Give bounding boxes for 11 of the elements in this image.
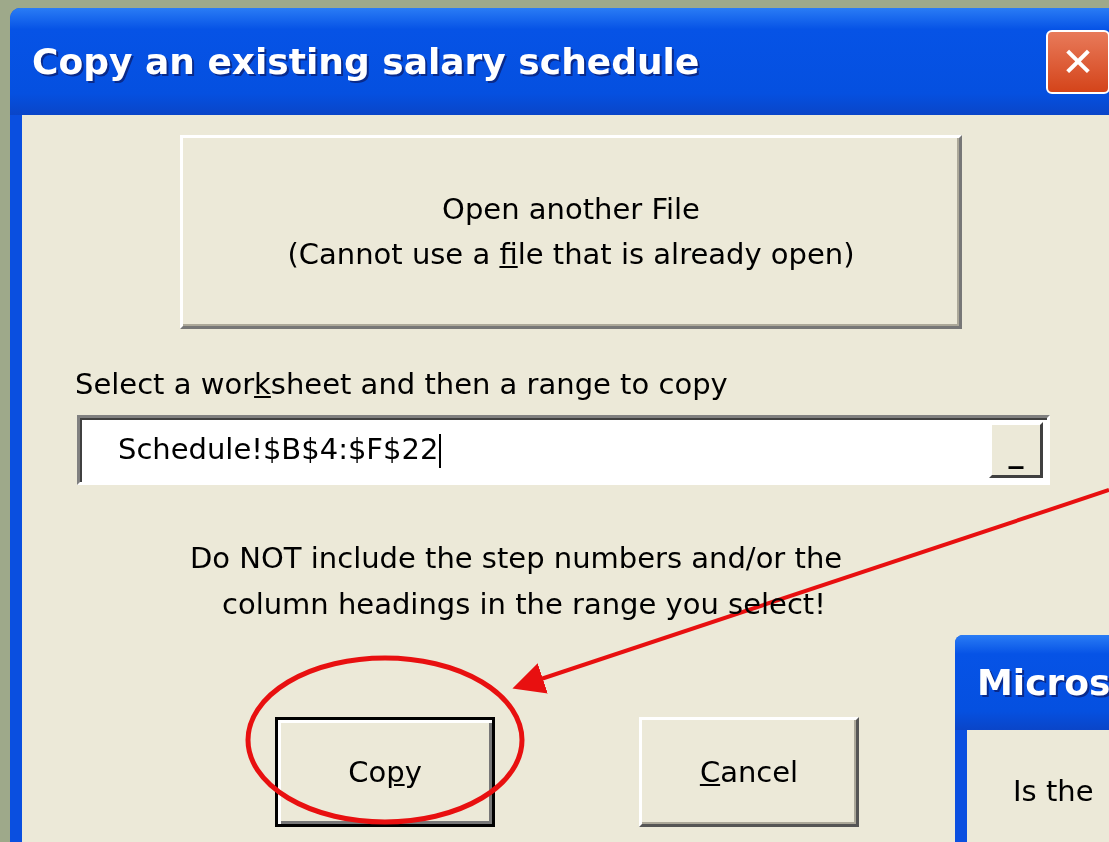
window-title: Micros — [977, 662, 1109, 703]
message-text: Is the — [1013, 774, 1094, 808]
range-picker-button[interactable]: _ — [989, 422, 1043, 478]
range-label: Select a worksheet and then a range to copy — [75, 367, 729, 401]
copy-button[interactable]: Copy — [275, 717, 495, 827]
warning-text: Do NOT include the step numbers and/or the — [190, 540, 843, 577]
range-field[interactable]: Schedule!$B$4:$F$22 _ — [77, 415, 1050, 485]
close-button[interactable]: ✕ — [1046, 29, 1109, 94]
open-file-button[interactable]: Open another File (Cannot use a file that is already open) — [180, 135, 962, 329]
cancel-button[interactable]: Cancel — [639, 717, 859, 827]
window-title: Copy an existing salary schedule — [32, 41, 700, 82]
